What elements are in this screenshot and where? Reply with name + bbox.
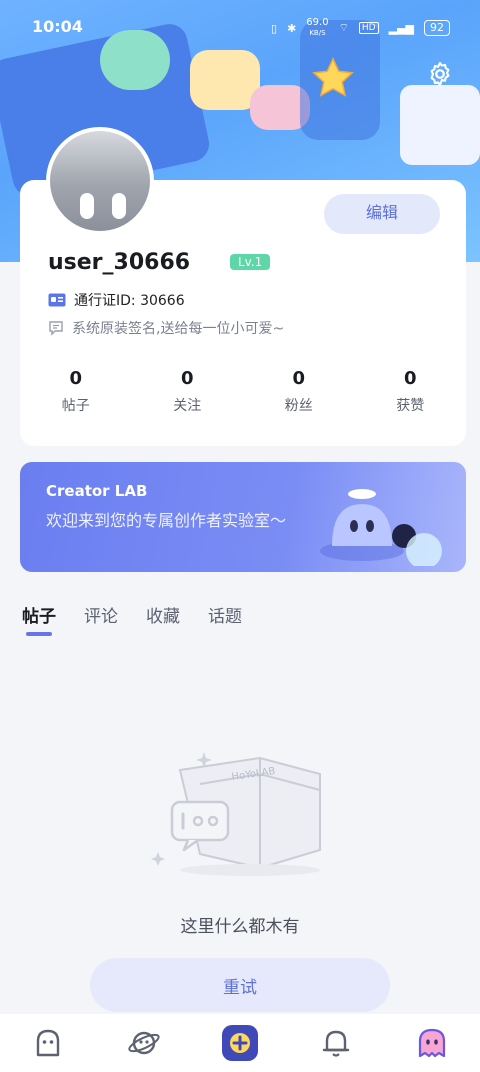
planet-icon [128, 1031, 160, 1055]
wifi-icon: ⌔ [338, 21, 349, 34]
tab-topics[interactable]: 话题 [208, 602, 242, 627]
mascot-icon [320, 489, 442, 566]
status-bar: 10:04 ▯ ✱ 69.0 KB/S ⌔ HD ▂▄▆ 92 [0, 0, 480, 54]
avatar[interactable] [46, 127, 154, 235]
stat-followers[interactable]: 0 粉丝 [243, 368, 355, 415]
stat-posts[interactable]: 0 帖子 [20, 368, 132, 415]
retry-button[interactable]: 重试 [90, 958, 390, 1012]
tab-comments[interactable]: 评论 [84, 602, 118, 627]
comment-icon [49, 321, 63, 336]
nav-home[interactable] [28, 1023, 68, 1063]
avatar-eye [80, 193, 94, 219]
level-badge: Lv.1 [230, 254, 271, 270]
content-tabs: 帖子 评论 收藏 话题 [22, 602, 242, 636]
stats-row: 0 帖子 0 关注 0 粉丝 0 获赞 [20, 368, 466, 415]
passport-id: 通行证ID: 30666 [74, 293, 185, 309]
edit-profile-button[interactable]: 编辑 [324, 194, 440, 234]
signature-row: 系统原装签名,送给每一位小可爱~ [48, 318, 284, 338]
home-icon [36, 1029, 60, 1057]
nav-create[interactable] [220, 1023, 260, 1063]
star-icon [312, 57, 354, 97]
avatar-eye [112, 193, 126, 219]
stat-following[interactable]: 0 关注 [132, 368, 244, 415]
stat-likes[interactable]: 0 获赞 [355, 368, 467, 415]
battery-indicator: 92 [424, 20, 450, 36]
nav-notifications[interactable] [316, 1023, 356, 1063]
bell-icon [322, 1030, 350, 1057]
passport-id-row: 通行证ID: 30666 [48, 290, 185, 310]
nav-explore[interactable] [124, 1023, 164, 1063]
signal-icon: ▂▄▆ [388, 21, 414, 35]
nav-profile[interactable] [412, 1023, 452, 1063]
vibrate-icon: ▯ [271, 21, 278, 35]
profile-ghost-icon [418, 1028, 446, 1058]
bluetooth-icon: ✱ [287, 21, 297, 35]
hd-icon: HD [358, 22, 379, 34]
settings-gear-icon[interactable] [426, 60, 454, 88]
banner-title: Creator LAB [46, 482, 148, 500]
create-icon [222, 1025, 258, 1061]
tab-favorites[interactable]: 收藏 [146, 602, 180, 627]
username: user_30666 [48, 250, 191, 275]
id-card-icon [48, 293, 66, 307]
banner-subtitle: 欢迎来到您的专属创作者实验室～ [46, 511, 287, 530]
bottom-nav [0, 1014, 480, 1072]
creator-lab-banner[interactable]: Creator LAB 欢迎来到您的专属创作者实验室～ [20, 462, 466, 572]
net-speed: 69.0 KB/S [306, 17, 329, 38]
empty-message: 这里什么都木有 [180, 917, 300, 937]
tab-posts[interactable]: 帖子 [22, 602, 56, 636]
empty-box-illustration: HoYoLAB [151, 752, 321, 876]
status-time: 10:04 [32, 17, 83, 36]
signature-text: 系统原装签名,送给每一位小可爱~ [72, 321, 285, 337]
